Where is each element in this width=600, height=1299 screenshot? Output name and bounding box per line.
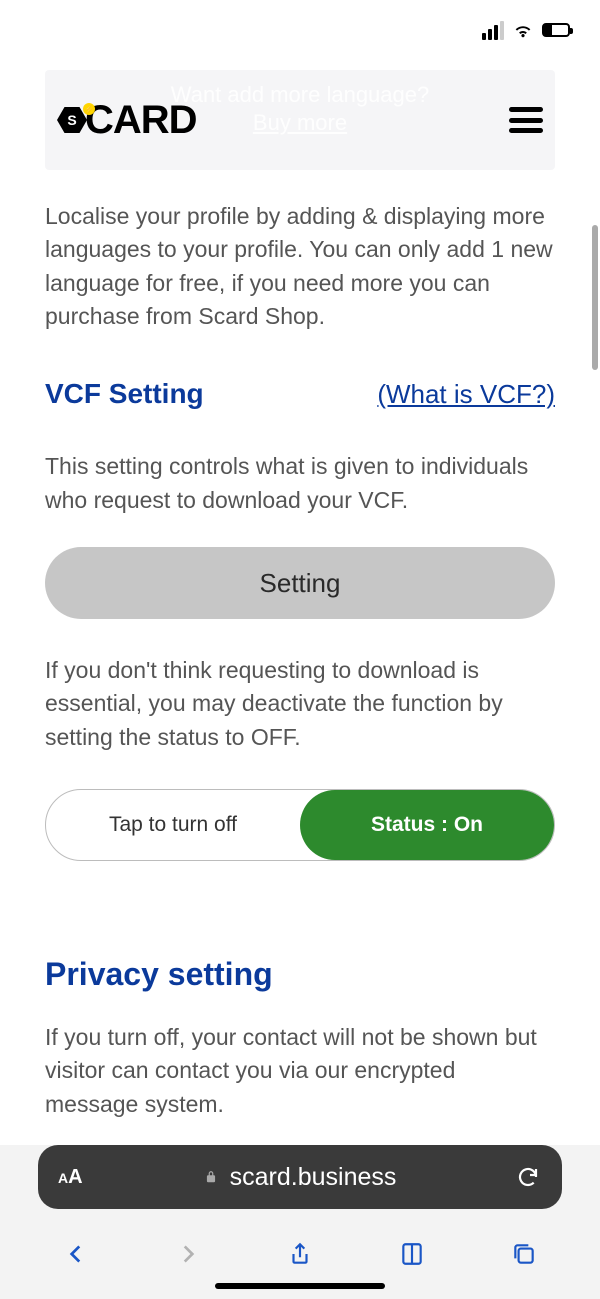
device-status-bar bbox=[0, 0, 600, 60]
text-size-button[interactable]: AA bbox=[58, 1166, 83, 1189]
menu-button[interactable] bbox=[509, 107, 543, 133]
vcf-section-header: VCF Setting (What is VCF?) bbox=[45, 378, 555, 410]
share-button[interactable] bbox=[287, 1241, 313, 1267]
logo-badge-icon: ⚡ bbox=[83, 103, 95, 115]
lock-icon bbox=[204, 1170, 218, 1184]
wifi-icon bbox=[512, 19, 534, 41]
reload-icon[interactable] bbox=[516, 1165, 540, 1189]
forward-button[interactable] bbox=[175, 1241, 201, 1267]
browser-chrome: AA scard.business bbox=[0, 1125, 600, 1299]
toggle-on-label: Status : On bbox=[300, 790, 554, 860]
vcf-setting-button[interactable]: Setting bbox=[45, 547, 555, 619]
back-button[interactable] bbox=[63, 1241, 89, 1267]
vcf-description: This setting controls what is given to i… bbox=[45, 450, 555, 517]
language-description: Localise your profile by adding & displa… bbox=[45, 200, 555, 333]
home-indicator[interactable] bbox=[215, 1283, 385, 1289]
vcf-title: VCF Setting bbox=[45, 378, 204, 410]
scroll-indicator[interactable] bbox=[592, 225, 598, 370]
logo[interactable]: S ⚡ CARD bbox=[57, 98, 197, 143]
promo-banner-text: Want add more language? bbox=[171, 82, 429, 107]
bookmarks-button[interactable] bbox=[399, 1241, 425, 1267]
privacy-title: Privacy setting bbox=[45, 956, 555, 993]
tabs-button[interactable] bbox=[511, 1241, 537, 1267]
cellular-icon bbox=[482, 21, 504, 40]
vcf-help-link[interactable]: (What is VCF?) bbox=[377, 379, 555, 410]
toggle-off-label: Tap to turn off bbox=[46, 790, 300, 860]
vcf-note: If you don't think requesting to downloa… bbox=[45, 654, 555, 754]
address-bar[interactable]: AA scard.business bbox=[38, 1145, 562, 1209]
vcf-status-toggle[interactable]: Tap to turn off Status : On bbox=[45, 789, 555, 861]
privacy-description: If you turn off, your contact will not b… bbox=[45, 1021, 555, 1121]
app-header: S ⚡ CARD Want add more language? Buy mor… bbox=[45, 70, 555, 170]
logo-text: CARD bbox=[85, 98, 197, 143]
url-text: scard.business bbox=[230, 1163, 397, 1192]
battery-icon bbox=[542, 23, 570, 37]
